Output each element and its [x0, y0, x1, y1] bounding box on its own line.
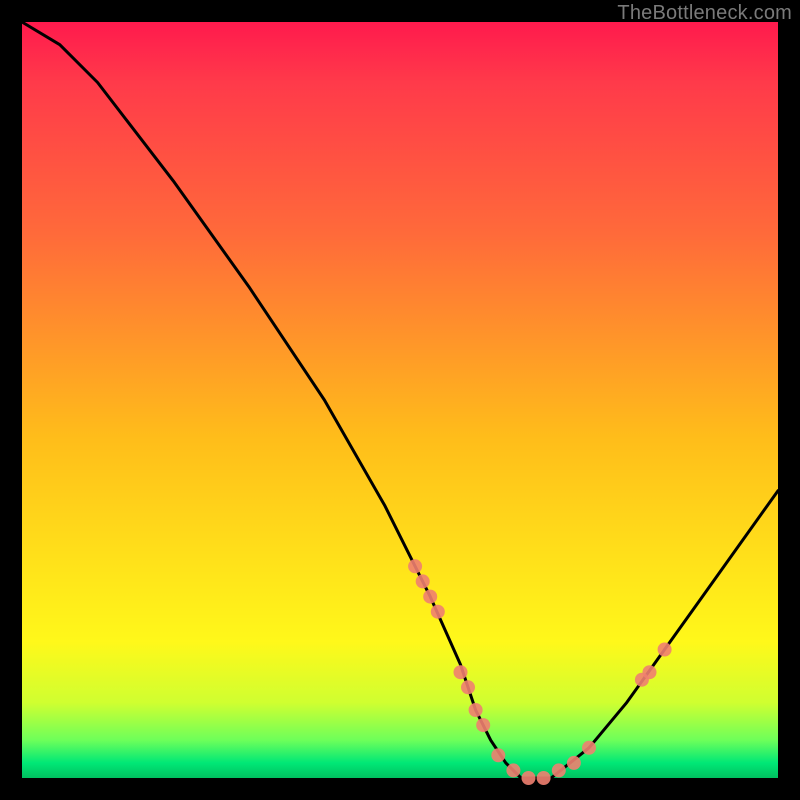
marker-min-3 [522, 771, 536, 785]
chart-frame [22, 22, 778, 778]
marker-left-3 [423, 590, 437, 604]
chart-svg [22, 22, 778, 778]
marker-mid-4 [476, 718, 490, 732]
marker-left-4 [431, 605, 445, 619]
marker-min-2 [506, 763, 520, 777]
data-markers [408, 559, 671, 785]
marker-mid-3 [469, 703, 483, 717]
marker-min-1 [491, 748, 505, 762]
marker-right-3 [658, 643, 672, 657]
marker-right-2 [643, 665, 657, 679]
marker-min-5 [552, 763, 566, 777]
marker-mid-2 [461, 680, 475, 694]
marker-left-1 [408, 559, 422, 573]
marker-min-4 [537, 771, 551, 785]
bottleneck-curve [22, 22, 778, 778]
marker-min-6 [567, 756, 581, 770]
marker-left-2 [416, 574, 430, 588]
marker-mid-1 [454, 665, 468, 679]
marker-min-7 [582, 741, 596, 755]
